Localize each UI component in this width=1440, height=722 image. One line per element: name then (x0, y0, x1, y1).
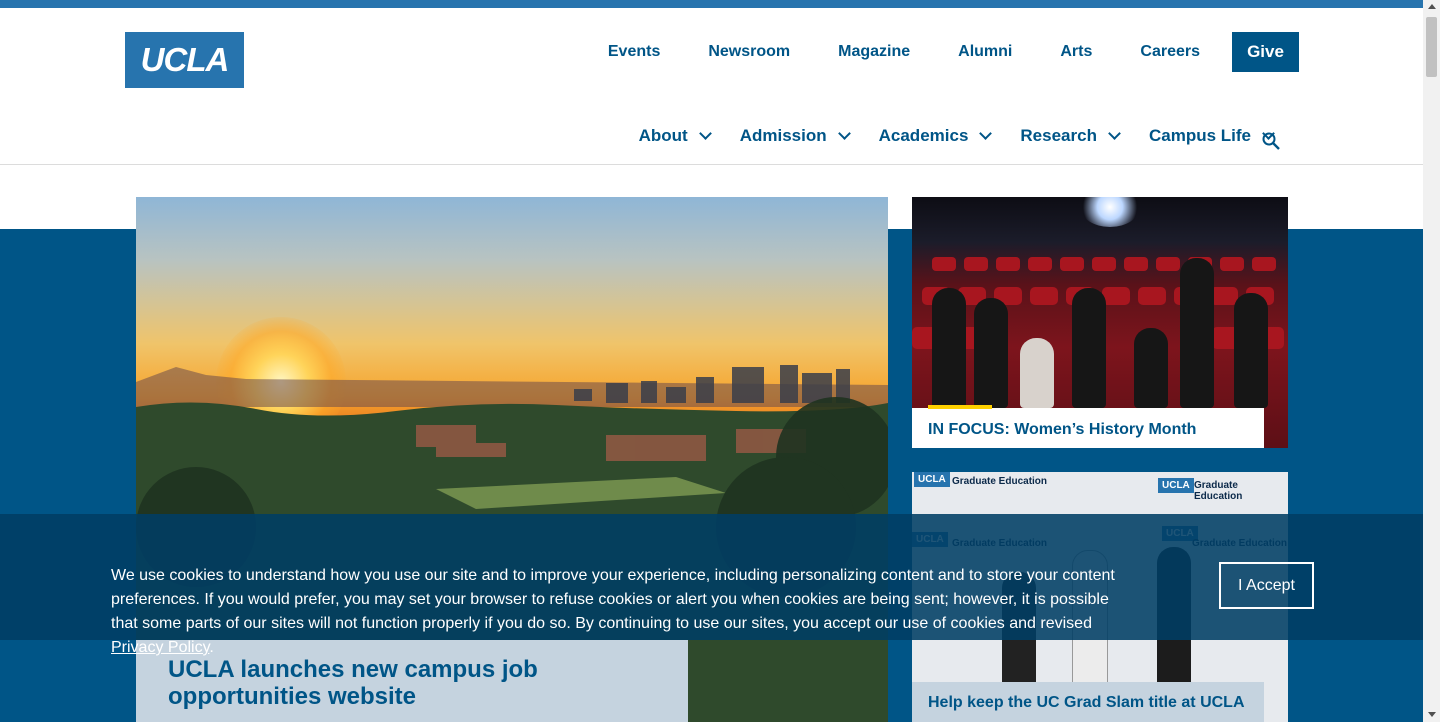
chevron-down-icon (837, 127, 851, 140)
accept-cookies-button[interactable]: I Accept (1219, 562, 1314, 609)
main-nav-about-label: About (638, 126, 688, 145)
main-nav-academics[interactable]: Academics (878, 126, 993, 146)
site-header: UCLA Events Newsroom Magazine Alumni Art… (0, 8, 1423, 165)
privacy-policy-link[interactable]: Privacy Policy (111, 639, 209, 656)
util-nav-arts[interactable]: Arts (1060, 43, 1092, 61)
card-grad-slam-title[interactable]: Help keep the UC Grad Slam title at UCLA (928, 694, 1245, 712)
scroll-up-arrow-icon[interactable] (1428, 4, 1436, 9)
util-nav-careers[interactable]: Careers (1140, 43, 1200, 61)
cookie-banner: We use cookies to understand how you use… (0, 514, 1423, 656)
main-nav-admission[interactable]: Admission (739, 126, 851, 146)
grad-ed-logo-text: Graduate Education (1194, 480, 1243, 502)
person (1134, 328, 1168, 408)
person (932, 288, 966, 408)
cookie-message: We use cookies to understand how you use… (111, 567, 1115, 656)
page-scrollbar[interactable] (1423, 0, 1440, 722)
main-nav-admission-label: Admission (739, 126, 827, 145)
chevron-down-icon (698, 127, 712, 140)
search-icon[interactable] (1262, 132, 1280, 150)
scroll-down-arrow-icon[interactable] (1428, 712, 1436, 717)
main-nav-about[interactable]: About (638, 126, 712, 146)
person (1072, 288, 1106, 408)
card-womens-history-label[interactable]: IN FOCUS: Women’s History Month (912, 405, 1264, 448)
hero-title[interactable]: UCLA launches new campus job opportuniti… (168, 656, 668, 710)
gold-accent-bar (928, 405, 992, 409)
top-accent-bar (0, 0, 1423, 8)
grad-ed-logo-chip: UCLA (914, 472, 950, 487)
person (1234, 293, 1268, 408)
card-grad-slam-label[interactable]: Help keep the UC Grad Slam title at UCLA (912, 682, 1264, 722)
person (1020, 338, 1054, 408)
cookie-message-text: We use cookies to understand how you use… (111, 567, 1115, 632)
main-nav-campus-life[interactable]: Campus Life (1148, 126, 1275, 146)
card-womens-history-title[interactable]: IN FOCUS: Women’s History Month (928, 421, 1196, 439)
utility-nav: Events Newsroom Magazine Alumni Arts Car… (560, 32, 1299, 72)
main-nav-academics-label: Academics (878, 126, 969, 145)
person (974, 298, 1008, 408)
ucla-logo[interactable]: UCLA (125, 32, 244, 88)
main-nav: About Admission Academics Research Campu… (638, 126, 1275, 146)
main-nav-research-label: Research (1020, 126, 1097, 145)
give-button[interactable]: Give (1232, 32, 1299, 72)
card-womens-history-image[interactable]: IN FOCUS: Women’s History Month (912, 197, 1288, 448)
scrollbar-thumb[interactable] (1426, 17, 1437, 77)
chevron-down-icon (1108, 127, 1121, 140)
util-nav-newsroom[interactable]: Newsroom (708, 43, 790, 61)
main-nav-campus-life-label: Campus Life (1148, 126, 1251, 145)
chevron-down-icon (979, 127, 993, 140)
util-nav-alumni[interactable]: Alumni (958, 43, 1012, 61)
person (1180, 258, 1214, 408)
grad-ed-logo-chip: UCLA (1158, 478, 1194, 493)
grad-ed-logo-text: Graduate Education (952, 476, 1048, 487)
util-nav-magazine[interactable]: Magazine (838, 43, 910, 61)
main-nav-research[interactable]: Research (1020, 126, 1121, 146)
util-nav-events[interactable]: Events (608, 43, 660, 61)
